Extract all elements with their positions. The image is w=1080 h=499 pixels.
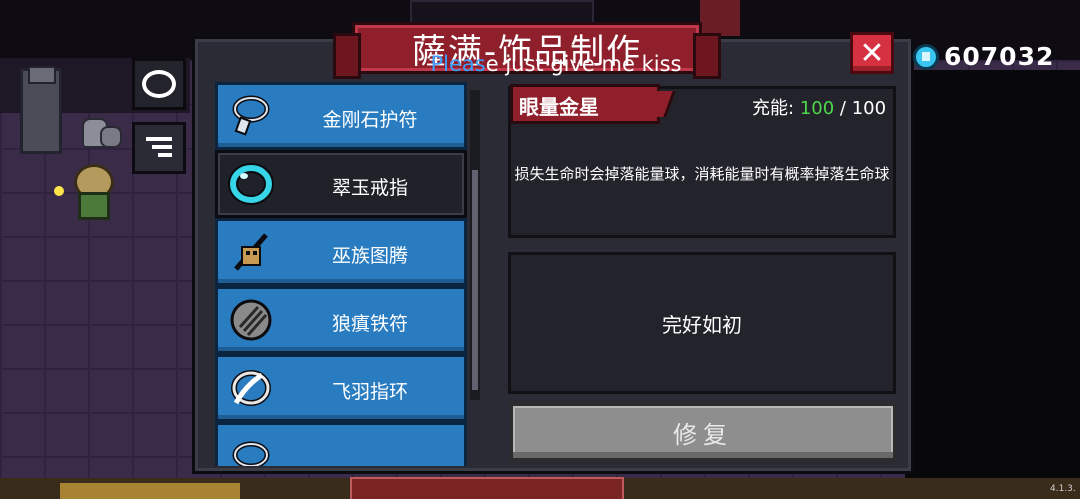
charge-label: 充能:: [752, 98, 795, 119]
list-item[interactable]: 巫族图腾: [215, 218, 467, 286]
list-item[interactable]: 金刚石护符: [215, 82, 467, 150]
close-icon: ✕: [859, 35, 885, 71]
jade-ring-icon: [228, 163, 274, 205]
bottom-banner: [350, 477, 624, 499]
status-text: 完好如初: [662, 312, 742, 337]
item-label: 金刚石护符: [322, 109, 418, 131]
caption-highlight: Pleas: [430, 52, 486, 76]
list-item[interactable]: [215, 422, 467, 466]
red-carpet: [700, 0, 740, 36]
scrollbar-thumb[interactable]: [472, 170, 478, 390]
caption-rest: e just give me kiss: [485, 52, 682, 76]
statue-head: [28, 66, 56, 84]
charge-readout: 充能: 100 / 100: [752, 94, 886, 120]
gem-icon: [913, 44, 939, 70]
ring-icon: [142, 70, 176, 98]
player-character: [70, 164, 114, 220]
charge-max: 100: [851, 98, 887, 119]
item-description: 损失生命时会掉落能量球，消耗能量时有概率掉落生命球: [514, 165, 890, 183]
item-label: 飞羽指环: [331, 381, 408, 403]
tab-list[interactable]: [132, 122, 186, 174]
overlay-caption: Please just give me kiss: [396, 52, 716, 76]
repair-label: 修复: [673, 420, 733, 449]
list-item[interactable]: 飞羽指环: [215, 354, 467, 422]
item-label: 翠玉戒指: [331, 177, 408, 199]
amulet-icon: [232, 441, 270, 466]
charge-separator: /: [839, 98, 846, 119]
light-orb: [54, 186, 64, 196]
version-label: 4.1.3.: [1050, 484, 1076, 494]
list-item[interactable]: 狼瘨铁符: [215, 286, 467, 354]
item-label: 狼瘨铁符: [331, 313, 408, 335]
dark-area: [905, 70, 1080, 499]
feather-ring-icon: [231, 370, 271, 406]
hero-body: [78, 192, 110, 220]
amulet-icon: [232, 95, 270, 136]
close-button[interactable]: ✕: [850, 32, 894, 74]
totem-icon: [234, 233, 268, 271]
accessory-list[interactable]: 金刚石护符 翠玉戒指 巫族图腾 狼瘨铁符 飞羽指环: [215, 82, 471, 466]
effect-tag: 眼量金星: [510, 84, 660, 124]
tab-accessories[interactable]: [132, 58, 186, 110]
gem-count: 607032: [944, 42, 1055, 71]
list-icon: [146, 137, 172, 159]
wolf-claw-icon: [230, 299, 272, 341]
pot: [100, 126, 122, 148]
charge-current: 100: [799, 98, 835, 119]
item-label: 巫族图腾: [331, 245, 408, 267]
status-box: 完好如初: [508, 252, 896, 394]
list-item-selected[interactable]: 翠玉戒指: [215, 150, 467, 218]
repair-button[interactable]: 修复: [510, 403, 896, 461]
bottom-sign: [60, 483, 240, 499]
effect-tag-label: 眼量金星: [519, 95, 599, 119]
